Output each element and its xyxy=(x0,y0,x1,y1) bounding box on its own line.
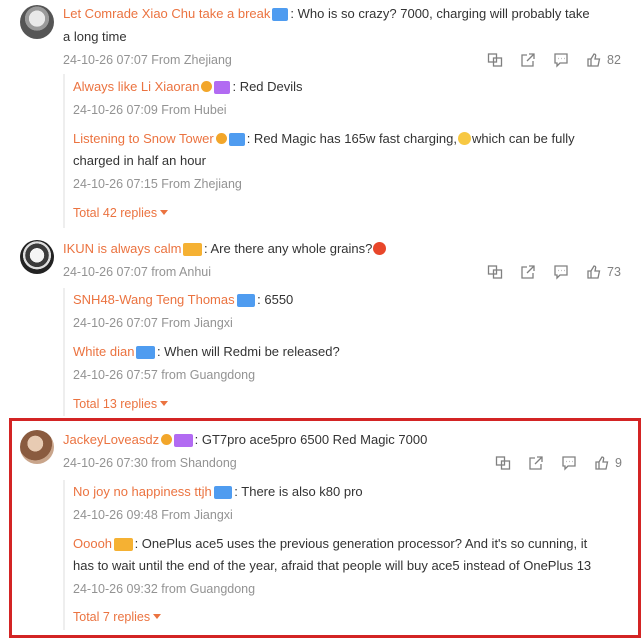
reply-line: White dian : When will Redmi be released… xyxy=(73,342,340,362)
comment-text: : Are there any whole grains? xyxy=(203,241,373,256)
reply-text: : Red Devils xyxy=(232,79,303,94)
more-replies-link[interactable]: Total 7 replies xyxy=(73,607,162,627)
reply-text: : 6550 xyxy=(257,292,294,307)
reply-meta: 24-10-26 07:15 From Zhejiang xyxy=(73,177,242,191)
translate-icon[interactable] xyxy=(487,52,503,68)
share-icon[interactable] xyxy=(528,455,544,471)
emoji-icon xyxy=(373,242,387,255)
share-icon[interactable] xyxy=(520,264,536,280)
username-link[interactable]: Always like Li Xiaoran xyxy=(73,79,199,94)
reply-text: : Red Magic has 165w fast charging, xyxy=(246,131,457,146)
comment-actions: 9 xyxy=(478,453,622,473)
reply-meta: 24-10-26 07:07 From Jiangxi xyxy=(73,316,233,330)
user-badge xyxy=(114,538,133,551)
reply-line: No joy no happiness ttjh : There is also… xyxy=(73,482,363,502)
reply-line: SNH48-Wang Teng Thomas : 6550 xyxy=(73,290,293,310)
username-link[interactable]: No joy no happiness ttjh xyxy=(73,484,212,499)
reply-line: Listening to Snow Tower : Red Magic has … xyxy=(73,129,575,149)
like-icon[interactable] xyxy=(594,455,610,471)
username-link[interactable]: Ooooh xyxy=(73,536,112,551)
comment-icon[interactable] xyxy=(561,455,577,471)
emoji-icon xyxy=(457,132,471,145)
caret-down-icon xyxy=(153,614,162,619)
avatar[interactable] xyxy=(20,5,54,39)
translate-icon[interactable] xyxy=(487,264,503,280)
user-badge xyxy=(213,486,233,499)
comment-line: JackeyLoveasdz : GT7pro ace5pro 6500 Red… xyxy=(63,430,427,450)
comment-actions: 82 xyxy=(470,50,621,70)
reply-text: which can be fully xyxy=(471,131,575,146)
user-badge xyxy=(214,81,231,94)
comment-line: Let Comrade Xiao Chu take a break : Who … xyxy=(63,4,590,24)
user-badge xyxy=(272,8,289,21)
comment-icon[interactable] xyxy=(553,52,569,68)
reply-text: : There is also k80 pro xyxy=(234,484,363,499)
more-replies-label: Total 13 replies xyxy=(73,397,158,411)
comment-meta: 24-10-26 07:30 from Shandong xyxy=(63,456,237,470)
like-count: 73 xyxy=(607,265,621,279)
like-icon[interactable] xyxy=(586,264,602,280)
reply-meta: 24-10-26 09:48 From Jiangxi xyxy=(73,508,233,522)
reply-text: : OnePlus ace5 uses the previous generat… xyxy=(134,536,588,551)
comment-text: : Who is so crazy? 7000, charging will p… xyxy=(290,6,590,21)
reply-text-continued: has to wait until the end of the year, a… xyxy=(73,558,592,573)
crown-icon xyxy=(215,133,227,144)
comment-actions: 73 xyxy=(470,262,621,282)
username-link[interactable]: White dian xyxy=(73,344,134,359)
comment-text: : GT7pro ace5pro 6500 Red Magic 7000 xyxy=(194,432,428,447)
crown-icon xyxy=(201,81,213,92)
reply-meta: 24-10-26 07:57 from Guangdong xyxy=(73,368,256,382)
reply-line: Always like Li Xiaoran : Red Devils xyxy=(73,77,303,97)
username-link[interactable]: JackeyLoveasdz xyxy=(63,432,159,447)
username-link[interactable]: SNH48-Wang Teng Thomas xyxy=(73,292,235,307)
username-link[interactable]: IKUN is always calm xyxy=(63,241,181,256)
comment-icon[interactable] xyxy=(553,264,569,280)
like-count: 82 xyxy=(607,53,621,67)
comment-line: IKUN is always calm : Are there any whol… xyxy=(63,239,387,259)
share-icon[interactable] xyxy=(520,52,536,68)
more-replies-link[interactable]: Total 13 replies xyxy=(73,394,169,414)
reply-meta: 24-10-26 09:32 from Guangdong xyxy=(73,582,256,596)
comment-meta: 24-10-26 07:07 From Zhejiang xyxy=(63,53,232,67)
caret-down-icon xyxy=(160,210,169,215)
user-badge xyxy=(236,294,256,307)
more-replies-label: Total 7 replies xyxy=(73,610,151,624)
reply-text-continued: charged in half an hour xyxy=(73,153,206,168)
more-replies-label: Total 42 replies xyxy=(73,206,158,220)
avatar[interactable] xyxy=(20,240,54,274)
like-count: 9 xyxy=(615,456,622,470)
comment-meta: 24-10-26 07:07 from Anhui xyxy=(63,265,212,279)
avatar[interactable] xyxy=(20,430,54,464)
crown-icon xyxy=(161,434,173,445)
caret-down-icon xyxy=(160,401,169,406)
reply-text: : When will Redmi be released? xyxy=(156,344,340,359)
user-badge xyxy=(174,434,193,447)
user-badge xyxy=(228,133,245,146)
user-badge xyxy=(136,346,155,359)
reply-line: Ooooh : OnePlus ace5 uses the previous g… xyxy=(73,534,587,554)
translate-icon[interactable] xyxy=(495,455,511,471)
like-icon[interactable] xyxy=(586,52,602,68)
comment-text-continued: a long time xyxy=(63,29,127,44)
more-replies-link[interactable]: Total 42 replies xyxy=(73,203,169,223)
user-badge xyxy=(183,243,202,256)
username-link[interactable]: Let Comrade Xiao Chu take a break xyxy=(63,6,270,21)
username-link[interactable]: Listening to Snow Tower xyxy=(73,131,214,146)
reply-meta: 24-10-26 07:09 From Hubei xyxy=(73,103,227,117)
